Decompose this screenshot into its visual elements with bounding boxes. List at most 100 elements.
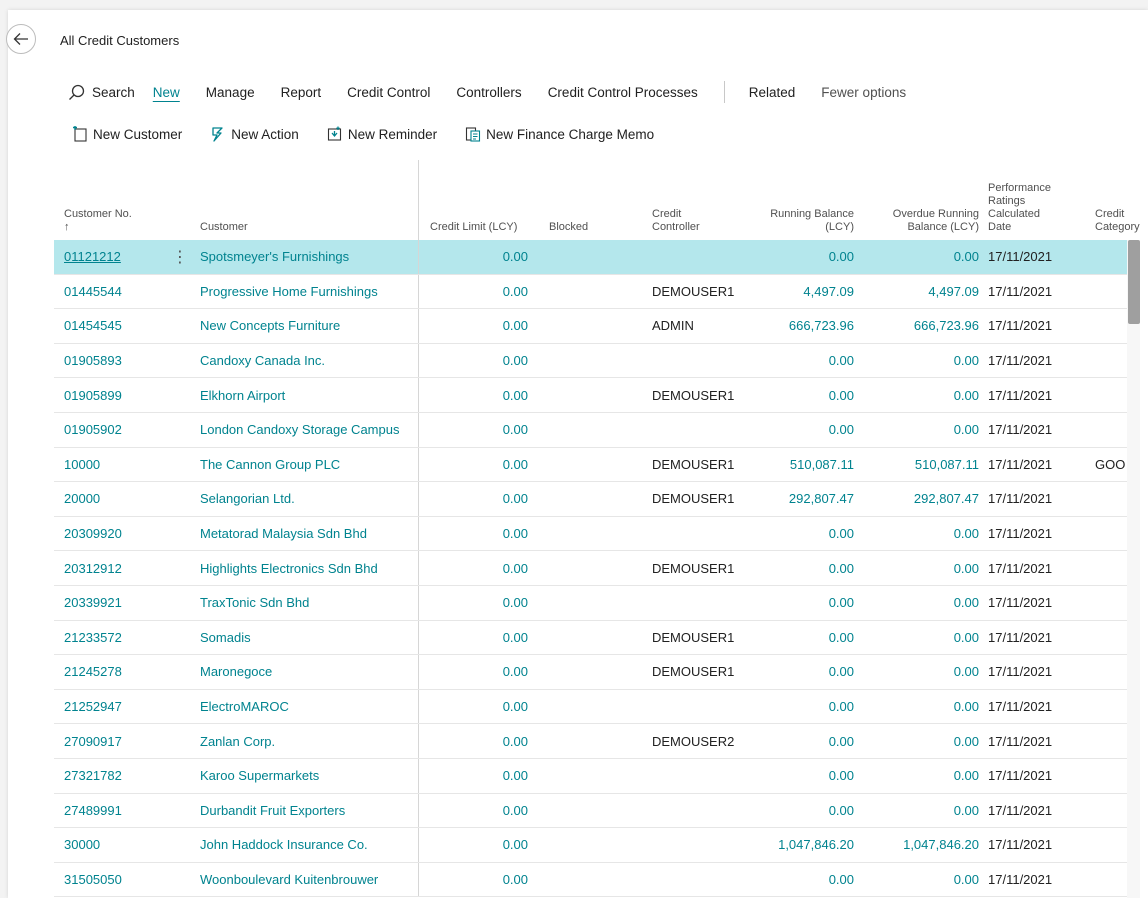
col-header-blocked[interactable]: Blocked xyxy=(549,221,588,234)
running-balance-cell[interactable]: 0.00 xyxy=(754,794,854,828)
new-reminder-button[interactable]: New Reminder xyxy=(327,126,437,142)
credit-limit-cell[interactable]: 0.00 xyxy=(430,309,528,343)
table-row[interactable]: 30000 John Haddock Insurance Co. 0.00 1,… xyxy=(54,828,1140,863)
running-balance-cell[interactable]: 292,807.47 xyxy=(754,482,854,516)
col-header-performance-date[interactable]: Performance Ratings Calculated Date xyxy=(988,182,1051,234)
credit-limit-cell[interactable]: 0.00 xyxy=(430,586,528,620)
table-row[interactable]: 20309920 Metatorad Malaysia Sdn Bhd 0.00… xyxy=(54,516,1140,552)
overdue-balance-cell[interactable]: 4,497.09 xyxy=(874,275,979,309)
col-header-credit-limit[interactable]: Credit Limit (LCY) xyxy=(430,221,530,234)
table-row[interactable]: 01905893 Candoxy Canada Inc. 0.00 0.00 0… xyxy=(54,343,1140,379)
customer-no-cell[interactable]: 27090917 xyxy=(64,724,122,758)
table-row[interactable]: 31505050 Woonboulevard Kuitenbrouwer 0.0… xyxy=(54,862,1140,898)
customer-no-cell[interactable]: 01905902 xyxy=(64,413,122,447)
running-balance-cell[interactable]: 0.00 xyxy=(754,344,854,378)
customer-no-cell[interactable]: 27321782 xyxy=(64,759,122,793)
fewer-options-button[interactable]: Fewer options xyxy=(821,85,906,100)
overdue-balance-cell[interactable]: 0.00 xyxy=(874,586,979,620)
running-balance-cell[interactable]: 0.00 xyxy=(754,240,854,274)
customer-name-cell[interactable]: Highlights Electronics Sdn Bhd xyxy=(200,551,378,585)
customer-name-cell[interactable]: Maronegoce xyxy=(200,655,272,689)
overdue-balance-cell[interactable]: 0.00 xyxy=(874,413,979,447)
customer-no-cell[interactable]: 01905899 xyxy=(64,378,122,412)
customer-name-cell[interactable]: Woonboulevard Kuitenbrouwer xyxy=(200,863,378,897)
table-row[interactable]: 27489991 Durbandit Fruit Exporters 0.00 … xyxy=(54,793,1140,829)
customer-no-cell[interactable]: 20000 xyxy=(64,482,100,516)
back-button[interactable] xyxy=(6,24,36,54)
vertical-scrollbar[interactable] xyxy=(1127,240,1140,898)
credit-limit-cell[interactable]: 0.00 xyxy=(430,621,528,655)
overdue-balance-cell[interactable]: 0.00 xyxy=(874,863,979,897)
overdue-balance-cell[interactable]: 0.00 xyxy=(874,517,979,551)
credit-limit-cell[interactable]: 0.00 xyxy=(430,275,528,309)
menu-manage[interactable]: Manage xyxy=(206,85,255,100)
running-balance-cell[interactable]: 666,723.96 xyxy=(754,309,854,343)
new-customer-button[interactable]: New Customer xyxy=(72,126,182,142)
customer-no-cell[interactable]: 31505050 xyxy=(64,863,122,897)
table-row[interactable]: 21233572 Somadis 0.00 DEMOUSER1 0.00 0.0… xyxy=(54,620,1140,656)
table-row[interactable]: 20000 Selangorian Ltd. 0.00 DEMOUSER1 29… xyxy=(54,482,1140,517)
customer-no-cell[interactable]: 01445544 xyxy=(64,275,122,309)
customer-no-cell[interactable]: 01905893 xyxy=(64,344,122,378)
customer-no-cell[interactable]: 10000 xyxy=(64,448,100,482)
credit-limit-cell[interactable]: 0.00 xyxy=(430,863,528,897)
customer-name-cell[interactable]: ElectroMAROC xyxy=(200,690,289,724)
menu-credit-control-processes[interactable]: Credit Control Processes xyxy=(548,85,698,100)
running-balance-cell[interactable]: 0.00 xyxy=(754,586,854,620)
credit-limit-cell[interactable]: 0.00 xyxy=(430,759,528,793)
credit-limit-cell[interactable]: 0.00 xyxy=(430,482,528,516)
overdue-balance-cell[interactable]: 0.00 xyxy=(874,690,979,724)
credit-limit-cell[interactable]: 0.00 xyxy=(430,413,528,447)
overdue-balance-cell[interactable]: 510,087.11 xyxy=(874,448,979,482)
col-header-customer[interactable]: Customer xyxy=(200,221,248,234)
table-row[interactable]: 21252947 ElectroMAROC 0.00 0.00 0.00 17/… xyxy=(54,689,1140,725)
running-balance-cell[interactable]: 0.00 xyxy=(754,655,854,689)
running-balance-cell[interactable]: 0.00 xyxy=(754,551,854,585)
customer-no-cell[interactable]: 21252947 xyxy=(64,690,122,724)
running-balance-cell[interactable]: 4,497.09 xyxy=(754,275,854,309)
table-row[interactable]: 20312912 Highlights Electronics Sdn Bhd … xyxy=(54,551,1140,586)
search-button[interactable]: Search xyxy=(68,84,135,101)
credit-limit-cell[interactable]: 0.00 xyxy=(430,448,528,482)
running-balance-cell[interactable]: 1,047,846.20 xyxy=(754,828,854,862)
overdue-balance-cell[interactable]: 0.00 xyxy=(874,551,979,585)
customer-name-cell[interactable]: Selangorian Ltd. xyxy=(200,482,295,516)
credit-limit-cell[interactable]: 0.00 xyxy=(430,344,528,378)
running-balance-cell[interactable]: 0.00 xyxy=(754,724,854,758)
col-header-running-balance[interactable]: Running Balance (LCY) xyxy=(754,208,854,234)
customer-name-cell[interactable]: Progressive Home Furnishings xyxy=(200,275,378,309)
customer-name-cell[interactable]: Metatorad Malaysia Sdn Bhd xyxy=(200,517,367,551)
table-row[interactable]: 27321782 Karoo Supermarkets 0.00 0.00 0.… xyxy=(54,758,1140,794)
credit-limit-cell[interactable]: 0.00 xyxy=(430,240,528,274)
overdue-balance-cell[interactable]: 0.00 xyxy=(874,655,979,689)
customer-name-cell[interactable]: London Candoxy Storage Campus xyxy=(200,413,399,447)
customer-name-cell[interactable]: Karoo Supermarkets xyxy=(200,759,319,793)
col-header-credit-category[interactable]: Credit Category xyxy=(1095,208,1140,234)
credit-limit-cell[interactable]: 0.00 xyxy=(430,655,528,689)
scrollbar-thumb[interactable] xyxy=(1128,240,1140,324)
customer-no-cell[interactable]: 20312912 xyxy=(64,551,122,585)
overdue-balance-cell[interactable]: 292,807.47 xyxy=(874,482,979,516)
overdue-balance-cell[interactable]: 0.00 xyxy=(874,378,979,412)
menu-new[interactable]: New xyxy=(153,85,180,100)
running-balance-cell[interactable]: 0.00 xyxy=(754,759,854,793)
running-balance-cell[interactable]: 0.00 xyxy=(754,690,854,724)
customer-no-cell[interactable]: 01121212 xyxy=(64,240,121,274)
table-row[interactable]: 21245278 Maronegoce 0.00 DEMOUSER1 0.00 … xyxy=(54,655,1140,690)
table-row[interactable]: 20339921 TraxTonic Sdn Bhd 0.00 0.00 0.0… xyxy=(54,585,1140,621)
overdue-balance-cell[interactable]: 0.00 xyxy=(874,621,979,655)
col-header-customer-no[interactable]: Customer No. ↑ xyxy=(64,208,132,234)
row-more-options-icon[interactable]: ⋮ xyxy=(172,240,188,274)
running-balance-cell[interactable]: 0.00 xyxy=(754,517,854,551)
overdue-balance-cell[interactable]: 0.00 xyxy=(874,759,979,793)
credit-limit-cell[interactable]: 0.00 xyxy=(430,828,528,862)
new-finance-charge-memo-button[interactable]: New Finance Charge Memo xyxy=(465,126,654,142)
customer-name-cell[interactable]: Durbandit Fruit Exporters xyxy=(200,794,345,828)
col-header-overdue-running-balance[interactable]: Overdue Running Balance (LCY) xyxy=(874,208,979,234)
menu-credit-control[interactable]: Credit Control xyxy=(347,85,430,100)
new-action-button[interactable]: New Action xyxy=(210,126,299,142)
menu-report[interactable]: Report xyxy=(281,85,322,100)
credit-limit-cell[interactable]: 0.00 xyxy=(430,724,528,758)
table-row[interactable]: 27090917 Zanlan Corp. 0.00 DEMOUSER2 0.0… xyxy=(54,724,1140,759)
running-balance-cell[interactable]: 0.00 xyxy=(754,621,854,655)
